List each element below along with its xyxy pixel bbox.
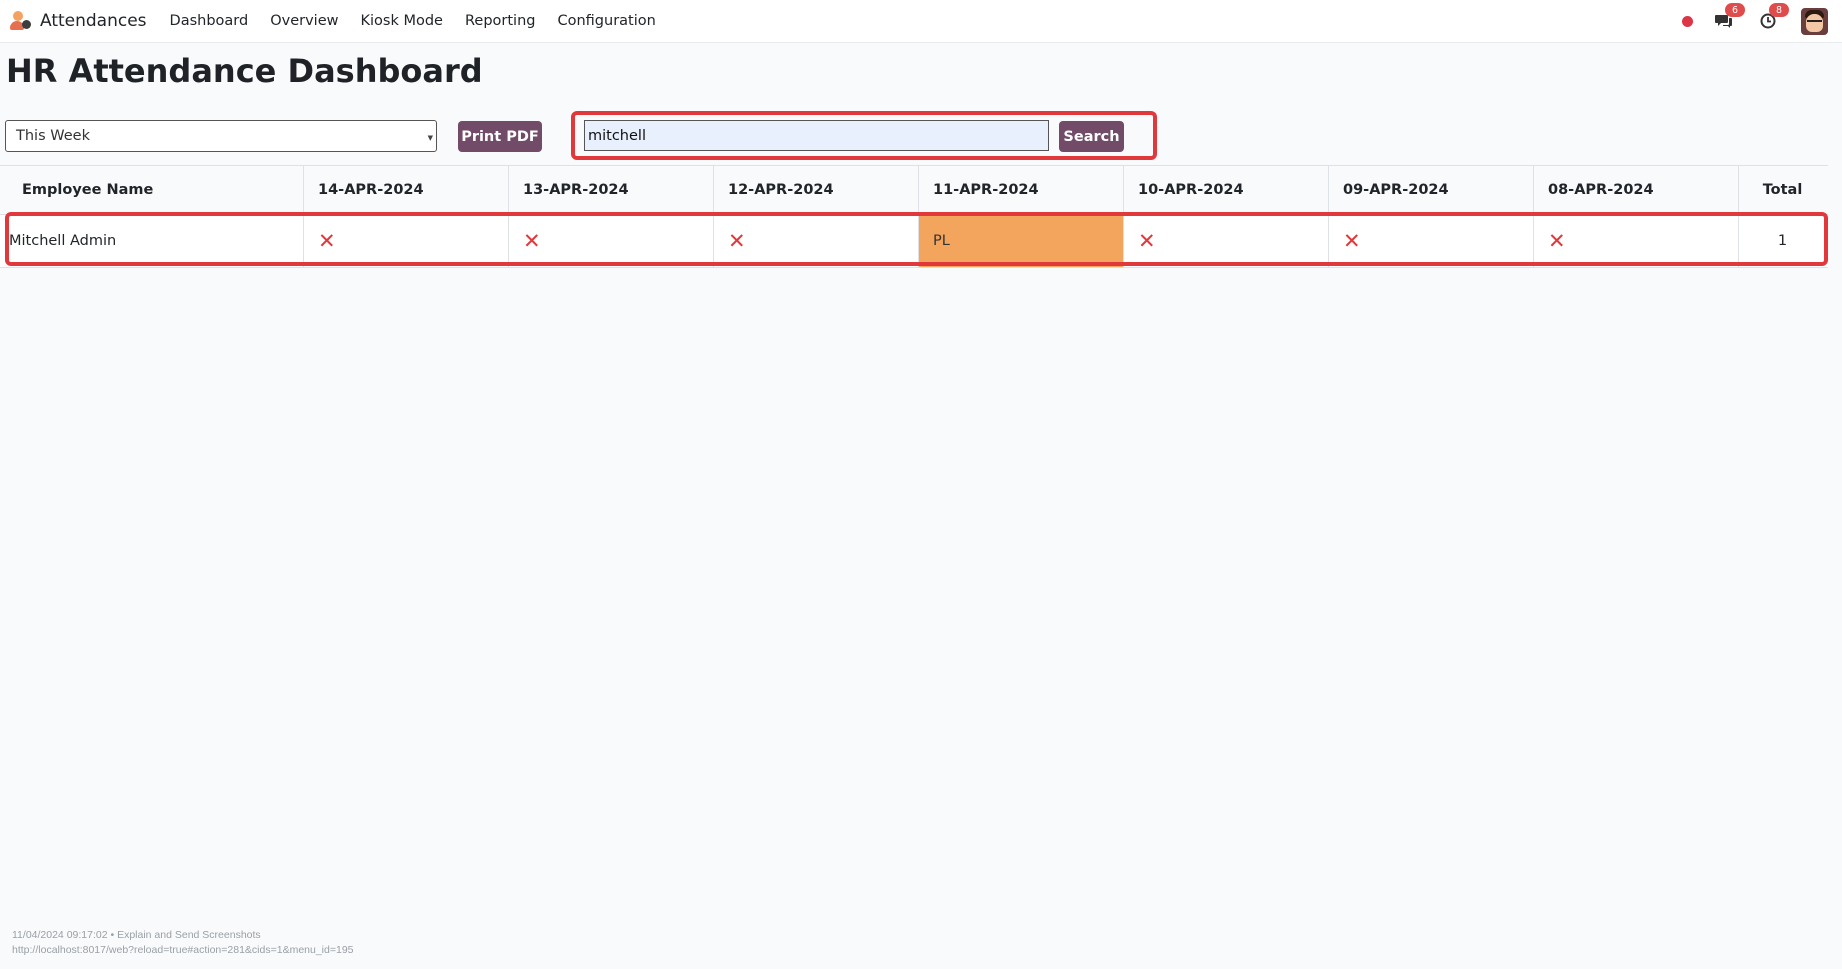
app-brand[interactable]: Attendances <box>10 10 159 32</box>
search-input[interactable]: mitchell <box>584 120 1049 151</box>
nav-item-configuration[interactable]: Configuration <box>546 13 666 29</box>
messages-badge: 6 <box>1725 3 1745 17</box>
screenshot-meta: 11/04/2024 09:17:02 • Explain and Send S… <box>12 928 354 958</box>
navbar-systray: 6 8 <box>1682 0 1842 42</box>
header-day: 08-APR-2024 <box>1534 166 1739 214</box>
top-navbar: Attendances Dashboard Overview Kiosk Mod… <box>0 0 1842 43</box>
messages-icon[interactable]: 6 <box>1713 3 1745 32</box>
header-employee-name: Employee Name <box>0 166 304 214</box>
print-pdf-button[interactable]: Print PDF <box>458 121 542 152</box>
activities-badge: 8 <box>1769 3 1789 17</box>
nav-item-overview[interactable]: Overview <box>259 13 349 29</box>
nav-item-kiosk-mode[interactable]: Kiosk Mode <box>350 13 454 29</box>
search-button[interactable]: Search <box>1059 121 1124 152</box>
header-day: 10-APR-2024 <box>1124 166 1329 214</box>
nav-item-dashboard[interactable]: Dashboard <box>159 13 260 29</box>
row-highlight-box <box>5 212 1828 266</box>
table-header-row: Employee Name 14-APR-2024 13-APR-2024 12… <box>0 165 1828 215</box>
header-day: 13-APR-2024 <box>509 166 714 214</box>
app-name[interactable]: Attendances <box>40 11 147 31</box>
activities-clock-icon[interactable]: 8 <box>1757 3 1789 32</box>
header-day: 11-APR-2024 <box>919 166 1124 214</box>
chevron-down-icon: ▼ <box>427 134 433 142</box>
recording-indicator-icon[interactable] <box>1682 15 1693 27</box>
period-select-value: This Week <box>16 128 90 144</box>
attendances-logo-icon <box>10 10 32 32</box>
header-day: 14-APR-2024 <box>304 166 509 214</box>
header-day: 09-APR-2024 <box>1329 166 1534 214</box>
nav-item-reporting[interactable]: Reporting <box>454 13 547 29</box>
user-avatar[interactable] <box>1801 7 1828 35</box>
screenshot-timestamp: 11/04/2024 09:17:02 • Explain and Send S… <box>12 929 261 941</box>
header-total: Total <box>1762 182 1803 198</box>
screenshot-url: http://localhost:8017/web?reload=true#ac… <box>12 944 354 956</box>
header-day: 12-APR-2024 <box>714 166 919 214</box>
period-select[interactable]: This Week ▼ <box>5 120 437 152</box>
page-title: HR Attendance Dashboard <box>6 52 483 90</box>
